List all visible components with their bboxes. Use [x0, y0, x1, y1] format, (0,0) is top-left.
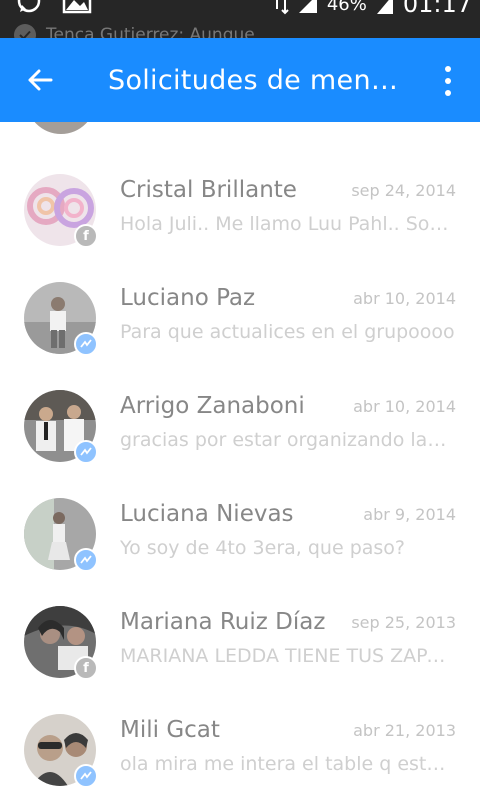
message-date: sep 25, 2013: [351, 613, 456, 632]
contact-name: Arrigo Zanaboni: [120, 393, 305, 419]
notification-text: Tenca Gutierrez: Aunque: [46, 25, 255, 38]
more-vert-icon-dot: [445, 78, 451, 84]
clock: 01:17: [402, 0, 472, 18]
battery-level: 46%: [326, 0, 367, 15]
messenger-icon: [74, 440, 98, 464]
status-bar: Tenca Gutierrez: Aunque 46% 01:17: [0, 0, 480, 38]
notification-line: Tenca Gutierrez: Aunque: [14, 24, 255, 38]
overflow-menu-button[interactable]: [440, 66, 456, 96]
facebook-icon: f: [74, 656, 98, 680]
list-item[interactable]: f Cristal Brillante sep 24, 2014 Hola Ju…: [0, 160, 480, 268]
list-item-partial[interactable]: [0, 122, 480, 136]
contact-name: Luciano Paz: [120, 285, 256, 311]
whatsapp-icon: [17, 0, 41, 13]
avatar-container: [24, 714, 98, 788]
avatar-container: [24, 498, 98, 572]
contact-name: Mariana Ruiz Díaz: [120, 609, 326, 635]
battery-icon: [376, 0, 393, 14]
message-snippet: ola mira me intera el table q estas vend…: [120, 753, 456, 775]
signal-icon: [298, 0, 317, 13]
list-item[interactable]: f Mariana Ruiz Díaz sep 25, 2013 MARIANA…: [0, 592, 480, 700]
app-bar: Solicitudes de mens...: [0, 38, 480, 122]
facebook-icon: f: [74, 224, 98, 248]
message-date: abr 21, 2013: [353, 721, 456, 740]
message-date: abr 10, 2014: [353, 289, 456, 308]
message-date: abr 9, 2014: [363, 505, 456, 524]
more-vert-icon: [445, 66, 451, 72]
back-button[interactable]: [0, 38, 80, 122]
page-title: Solicitudes de mens...: [108, 64, 408, 96]
avatar-container: [24, 282, 98, 356]
message-date: sep 24, 2014: [351, 181, 456, 200]
arrow-left-icon: [28, 69, 53, 91]
more-vert-icon-dot: [445, 90, 451, 96]
message-request-list[interactable]: f Cristal Brillante sep 24, 2014 Hola Ju…: [0, 122, 480, 800]
messenger-icon: [74, 764, 98, 788]
avatar: [26, 122, 96, 134]
messenger-icon: [74, 332, 98, 356]
message-snippet: gracias por estar organizando las cosas: [120, 429, 456, 451]
image-icon: [62, 0, 92, 14]
message-snippet: Hola Juli.. Me llamo Luu Pahl.. Soy mama…: [120, 213, 456, 235]
status-right: 46% 01:17: [273, 0, 472, 18]
message-snippet: Yo soy de 4to 3era, que paso?: [120, 537, 405, 559]
message-snippet: Para que actualices en el grupoooo: [120, 321, 455, 343]
list-item[interactable]: Mili Gcat abr 21, 2013 ola mira me inter…: [0, 700, 480, 800]
avatar-container: f: [24, 606, 98, 680]
data-transfer-icon: [275, 0, 289, 15]
avatar-container: [24, 390, 98, 464]
list-item[interactable]: Luciano Paz abr 10, 2014 Para que actual…: [0, 268, 480, 376]
contact-name: Luciana Nievas: [120, 501, 294, 527]
contact-name: Mili Gcat: [120, 717, 220, 743]
list-item[interactable]: Luciana Nievas abr 9, 2014 Yo soy de 4to…: [0, 484, 480, 592]
message-snippet: MARIANA LEDDA TIENE TUS ZAPATILLAS: [120, 645, 456, 667]
messenger-icon: [74, 548, 98, 572]
contact-name: Cristal Brillante: [120, 177, 297, 203]
message-date: abr 10, 2014: [353, 397, 456, 416]
list-item[interactable]: Arrigo Zanaboni abr 10, 2014 gracias por…: [0, 376, 480, 484]
avatar-container: f: [24, 174, 98, 248]
check-icon: [14, 24, 36, 38]
status-left: [14, 0, 92, 14]
